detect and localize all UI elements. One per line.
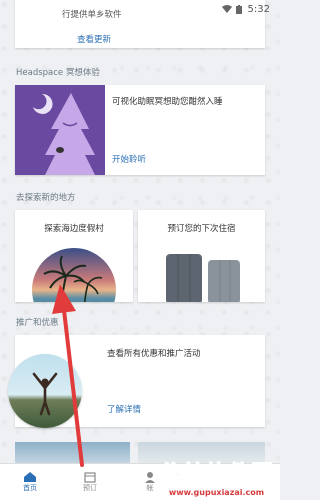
watermark-brand: 谷普软件园 [158,462,274,488]
watermark-url: www.gupuxiazai.com [168,488,265,497]
watermark: 谷普软件园 www.gupuxiazai.com [158,456,274,498]
annotation-arrow [52,284,84,467]
